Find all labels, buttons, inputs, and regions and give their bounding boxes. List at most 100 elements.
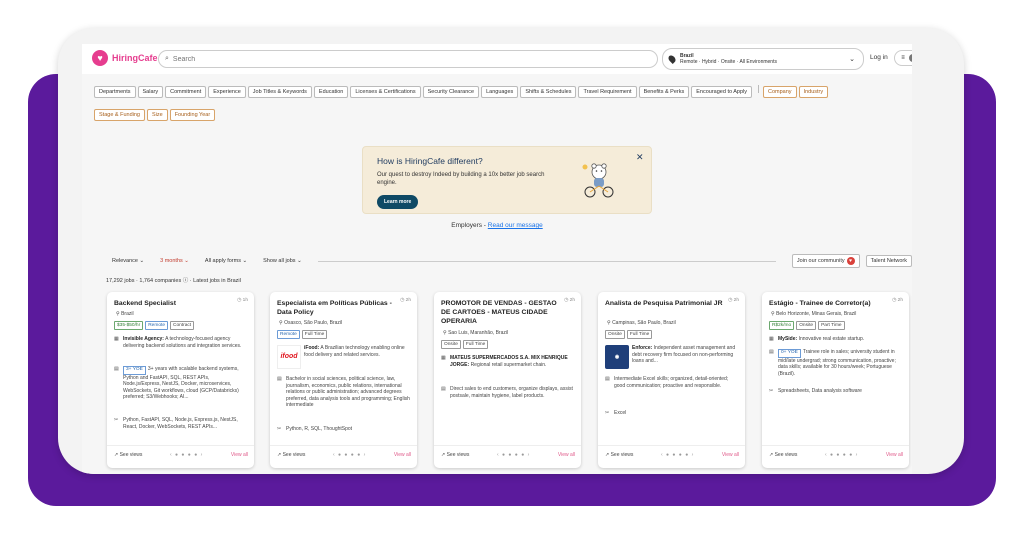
- search-input[interactable]: [172, 55, 633, 63]
- job-title[interactable]: Especialista em Políticas Públicas - Dat…: [277, 299, 399, 317]
- toolbar-divider: [317, 260, 776, 262]
- job-card[interactable]: ◷ 2h Estágio - Trainee de Corretor(a) ⚲ …: [762, 292, 909, 468]
- skills-section: ✂ Python, FastAPI, SQL, Node.js, Express…: [114, 417, 238, 430]
- workplace-tag: Onsite: [796, 321, 817, 330]
- sort-relevance-dropdown[interactable]: Relevance ⌄: [112, 258, 144, 264]
- filter-benefits[interactable]: Benefits & Perks: [638, 86, 690, 98]
- yoe-badge: 3+ YOE: [123, 366, 146, 375]
- workplace-tag: Remote: [277, 330, 300, 339]
- view-all-link[interactable]: View all: [722, 452, 739, 458]
- filter-security-clearance[interactable]: Security Clearance: [422, 86, 480, 98]
- job-card[interactable]: ◷ 2h Especialista em Políticas Públicas …: [270, 292, 417, 468]
- employers-label: Employers -: [451, 222, 486, 229]
- filter-education[interactable]: Education: [313, 86, 349, 98]
- close-icon[interactable]: ✕: [636, 152, 644, 163]
- commitment-tag: Full Time: [301, 330, 328, 339]
- document-icon: ▤: [114, 366, 119, 372]
- filter-divider: [758, 84, 760, 93]
- view-all-link[interactable]: View all: [886, 452, 903, 458]
- view-all-link[interactable]: View all: [558, 452, 575, 458]
- carousel-dots[interactable]: ‹ ● ● ● ● ›: [797, 452, 885, 458]
- document-icon: ▤: [277, 376, 282, 382]
- filter-languages[interactable]: Languages: [481, 86, 519, 98]
- location-selector[interactable]: Brazil Remote · Hybrid · Onsite · All En…: [662, 48, 864, 70]
- bear-on-bike-illustration: [582, 163, 614, 198]
- filter-encouraged[interactable]: Encouraged to Apply: [691, 86, 753, 98]
- location-modes: Remote · Hybrid · Onsite · All Environme…: [680, 59, 777, 65]
- login-link[interactable]: Log in: [870, 54, 888, 61]
- filter-founding-year[interactable]: Founding Year: [169, 109, 216, 121]
- logo[interactable]: ♥ HiringCafe: [92, 50, 158, 66]
- job-location: ⚲ Osasco, São Paulo, Brazil: [279, 320, 343, 326]
- filter-job-titles[interactable]: Job Titles & Keywords: [247, 86, 312, 98]
- filter-stage-funding[interactable]: Stage & Funding: [94, 109, 145, 121]
- carousel-dots[interactable]: ‹ ● ● ● ● ›: [142, 452, 230, 458]
- results-toolbar: Relevance ⌄ 3 months ⌄ All apply forms ⌄…: [112, 254, 912, 268]
- hamburger-icon: ≡: [901, 55, 905, 61]
- promo-title: How is HiringCafe different?: [377, 156, 483, 166]
- requirements-section: ▤ Bachelor in social sciences, political…: [277, 376, 410, 408]
- help-icon[interactable]: ⓘ: [183, 278, 189, 284]
- skills-section: ✂ Python, R, SQL, ThoughtSpot: [277, 426, 353, 432]
- filter-company[interactable]: Company: [763, 86, 797, 98]
- building-icon: ▦: [114, 336, 119, 342]
- posted-time: ◷ 2h: [728, 298, 739, 303]
- job-title[interactable]: Estágio - Trainee de Corretor(a): [769, 299, 891, 308]
- promo-banner: How is HiringCafe different? Our quest t…: [362, 146, 652, 214]
- show-jobs-dropdown[interactable]: Show all jobs ⌄: [263, 258, 302, 264]
- company-section: ▦ MATEUS SUPERMERCADOS S.A. MIX HENRIQUE…: [441, 355, 568, 368]
- filter-commitment[interactable]: Commitment: [165, 86, 207, 98]
- see-views-link[interactable]: ↗ See views: [114, 452, 142, 458]
- filter-travel[interactable]: Travel Requirement: [578, 86, 637, 98]
- join-community-button[interactable]: Join our community ♥: [791, 254, 860, 268]
- read-message-link[interactable]: Read our message: [488, 222, 543, 229]
- view-all-link[interactable]: View all: [231, 452, 248, 458]
- job-card[interactable]: ◷ 2h Analista de Pesquisa Patrimonial JR…: [598, 292, 745, 468]
- browser-frame: ♥ HiringCafe ⌕ Brazil Remote · Hybrid · …: [58, 28, 964, 474]
- account-menu-button[interactable]: ≡: [894, 50, 912, 66]
- requirements-section: ▤ Intermediate Excel skills; organized, …: [605, 376, 729, 389]
- filter-shifts[interactable]: Shifts & Schedules: [520, 86, 577, 98]
- commitment-tag: Contract: [170, 321, 195, 330]
- filter-departments[interactable]: Departments: [94, 86, 136, 98]
- filter-licenses[interactable]: Licenses & Certifications: [350, 86, 421, 98]
- see-views-link[interactable]: ↗ See views: [769, 452, 797, 458]
- document-icon: ▤: [769, 349, 774, 355]
- skills-section: ✂ Excel: [605, 410, 627, 416]
- posted-time: ◷ 1h: [237, 298, 248, 303]
- carousel-dots[interactable]: ‹ ● ● ● ● ›: [469, 452, 557, 458]
- page: ♥ HiringCafe ⌕ Brazil Remote · Hybrid · …: [82, 44, 912, 474]
- job-card[interactable]: ◷ 2h PROMOTOR DE VENDAS - GESTAO DE CART…: [434, 292, 581, 468]
- job-title[interactable]: Analista de Pesquisa Patrimonial JR: [605, 299, 727, 308]
- employers-message: Employers - Read our message: [82, 222, 912, 229]
- filter-size[interactable]: Size: [146, 109, 168, 121]
- filter-salary[interactable]: Salary: [137, 86, 164, 98]
- map-pin-icon: [667, 54, 677, 64]
- time-range-dropdown[interactable]: 3 months ⌄: [160, 258, 189, 264]
- job-card[interactable]: ◷ 1h Backend Specialist ⚲ Brazil $35-$50…: [107, 292, 254, 468]
- job-title[interactable]: PROMOTOR DE VENDAS - GESTAO DE CARTOES -…: [441, 299, 563, 326]
- learn-more-button[interactable]: Learn more: [377, 195, 419, 209]
- requirements-section: ▤ 3+ YOE 3+ years with scalable backend s…: [114, 366, 239, 400]
- see-views-link[interactable]: ↗ See views: [605, 452, 633, 458]
- results-count: 17,292 jobs · 1,764 companies ⓘ · Latest…: [106, 278, 241, 284]
- apply-forms-dropdown[interactable]: All apply forms ⌄: [205, 258, 247, 264]
- company-section: ifood iFood: A Brazilian technology enab…: [277, 345, 411, 369]
- requirements-section: ▤ 0+ YOE Trainee role in sales; universit…: [769, 349, 896, 377]
- carousel-dots[interactable]: ‹ ● ● ● ● ›: [305, 452, 393, 458]
- document-icon: ▤: [605, 376, 610, 382]
- see-views-link[interactable]: ↗ See views: [277, 452, 305, 458]
- view-all-link[interactable]: View all: [394, 452, 411, 458]
- company-section: ▦ Invisible Agency: A technology-focused…: [114, 336, 242, 349]
- search-box[interactable]: ⌕: [158, 50, 658, 68]
- job-location: ⚲ Sao Luis, Maranhão, Brazil: [443, 330, 509, 336]
- see-views-link[interactable]: ↗ See views: [441, 452, 469, 458]
- workplace-tag: Onsite: [441, 340, 461, 349]
- job-location: ⚲ Campinas, São Paulo, Brazil: [607, 320, 676, 326]
- job-title[interactable]: Backend Specialist: [114, 299, 236, 308]
- filter-industry[interactable]: Industry: [798, 86, 829, 98]
- filter-experience[interactable]: Experience: [208, 86, 246, 98]
- carousel-dots[interactable]: ‹ ● ● ● ● ›: [633, 452, 721, 458]
- tools-icon: ✂: [277, 426, 282, 432]
- talent-network-button[interactable]: Talent Network: [865, 255, 912, 267]
